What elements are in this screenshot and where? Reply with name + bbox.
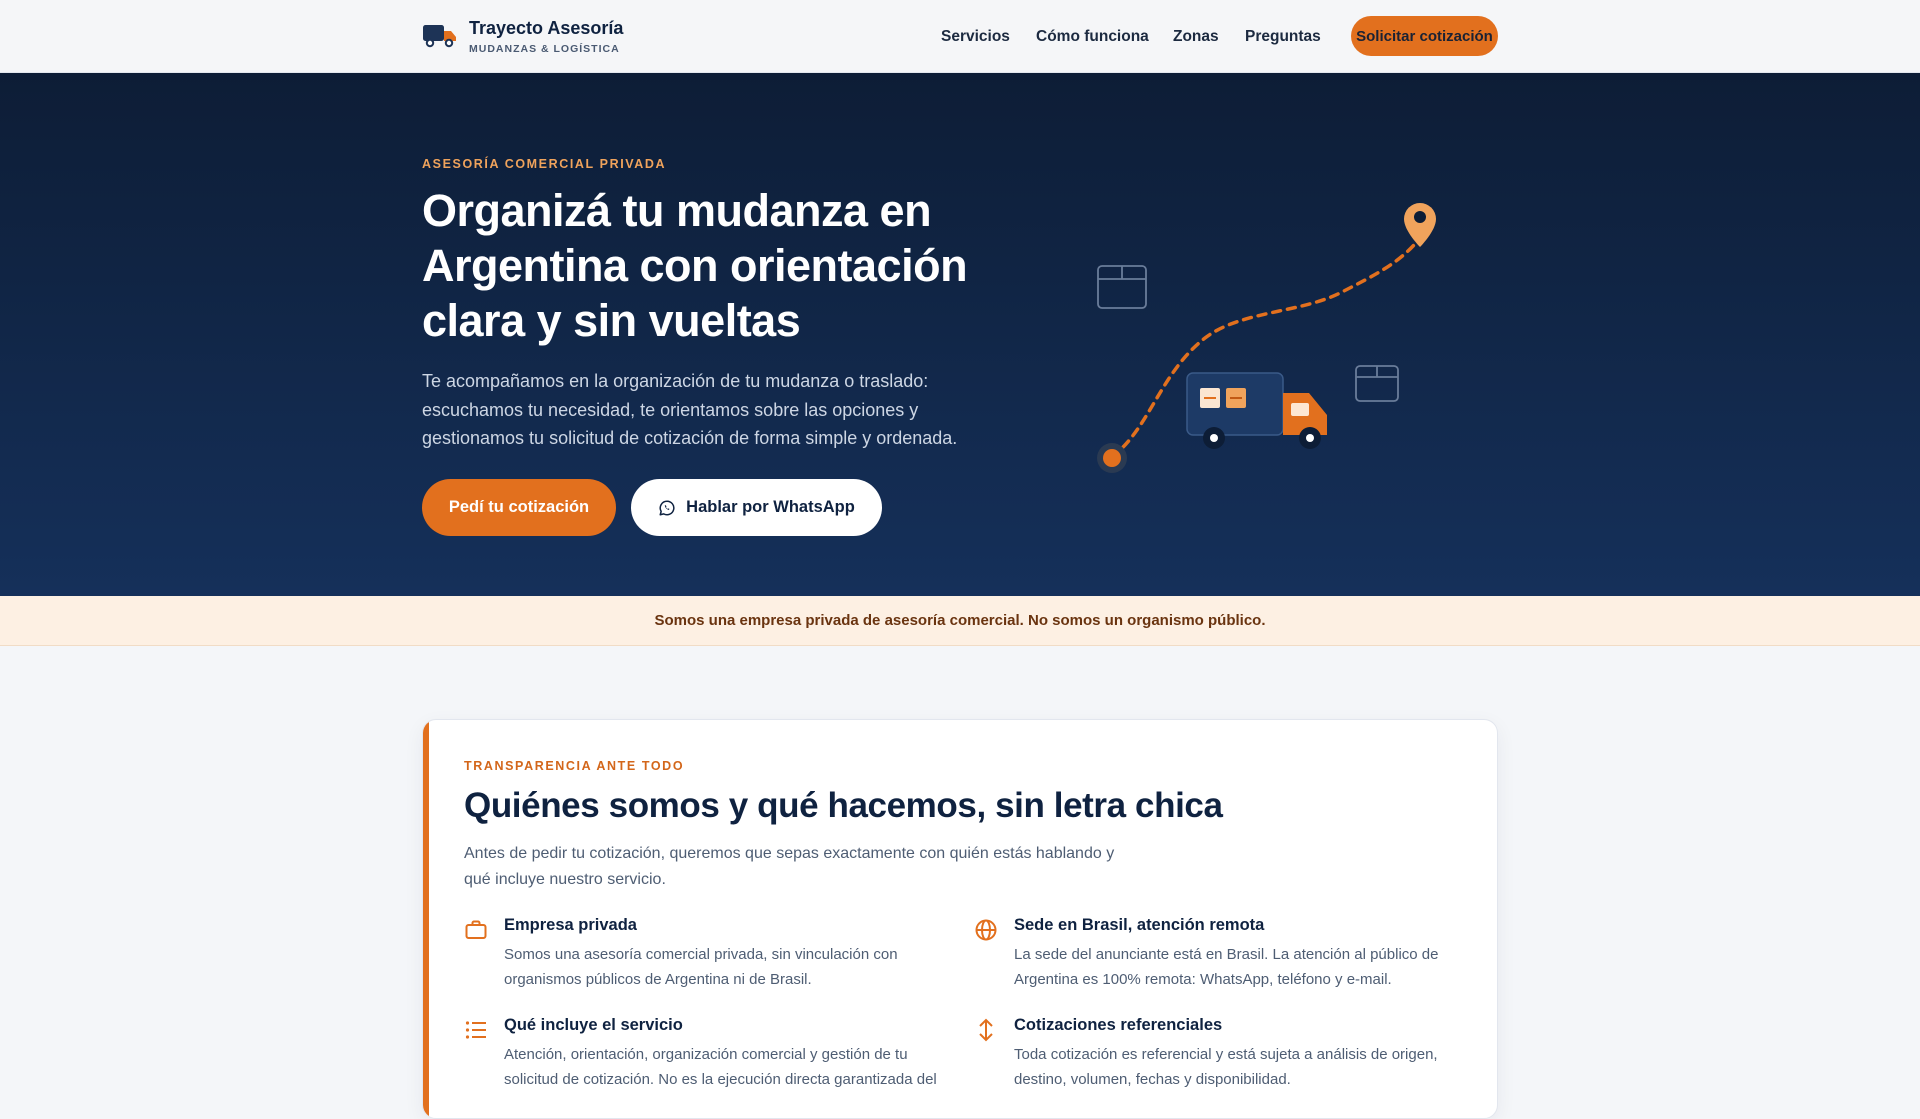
whatsapp-button-label: Hablar por WhatsApp xyxy=(686,498,855,516)
private-company-notice: Somos una empresa privada de asesoría co… xyxy=(0,596,1920,646)
site-header: Trayecto Asesoría MUDANZAS & LOGÍSTICA S… xyxy=(0,0,1920,73)
brand-tagline: MUDANZAS & LOGÍSTICA xyxy=(469,43,620,55)
feature-title: Sede en Brasil, atención remota xyxy=(1014,916,1265,934)
box-icon xyxy=(1097,265,1147,309)
nav-link-como-funciona[interactable]: Cómo funciona xyxy=(1036,28,1149,46)
hero-section: ASESORÍA COMERCIAL PRIVADA Organizá tu m… xyxy=(0,73,1920,596)
card-accent-bar xyxy=(423,720,429,1118)
list-icon xyxy=(465,1021,486,1039)
feature-text: Toda cotización es referencial y está su… xyxy=(1014,1046,1438,1088)
arrows-icon xyxy=(979,1018,993,1042)
feature-text: La sede del anunciante está en Brasil. L… xyxy=(1014,946,1439,988)
truck-logo-icon xyxy=(423,25,456,48)
whatsapp-icon xyxy=(659,499,675,515)
request-quote-button[interactable]: Solicitar cotización xyxy=(1351,16,1498,56)
feature-text: Atención, orientación, organización come… xyxy=(504,1046,937,1088)
nav-link-preguntas[interactable]: Preguntas xyxy=(1245,28,1321,46)
hero-eyebrow: ASESORÍA COMERCIAL PRIVADA xyxy=(422,157,667,171)
nav-link-zonas[interactable]: Zonas xyxy=(1173,28,1219,46)
location-pin-icon xyxy=(1404,203,1436,247)
globe-icon xyxy=(975,919,997,941)
hero-title: Organizá tu mudanza en Argentina con ori… xyxy=(422,185,968,346)
hero-lead: Te acompañamos en la organización de tu … xyxy=(422,371,958,448)
box-icon xyxy=(1355,365,1399,402)
brand[interactable]: Trayecto Asesoría MUDANZAS & LOGÍSTICA xyxy=(422,17,623,55)
get-quote-button[interactable]: Pedí tu cotización xyxy=(422,479,616,536)
feature-text: Somos una asesoría comercial privada, si… xyxy=(504,946,898,988)
card-eyebrow: TRANSPARENCIA ANTE TODO xyxy=(464,759,685,773)
transparency-card: TRANSPARENCIA ANTE TODO Quiénes somos y … xyxy=(422,719,1498,1119)
card-intro: Antes de pedir tu cotización, queremos q… xyxy=(464,845,1115,888)
whatsapp-button[interactable]: Hablar por WhatsApp xyxy=(631,479,882,536)
brand-name: Trayecto Asesoría xyxy=(469,18,624,38)
feature-title: Qué incluye el servicio xyxy=(504,1016,683,1034)
moving-route-illustration xyxy=(1097,203,1436,473)
feature-title: Empresa privada xyxy=(504,916,637,934)
card-title: Quiénes somos y qué hacemos, sin letra c… xyxy=(464,786,1223,825)
truck-icon xyxy=(1186,372,1327,449)
nav-link-servicios[interactable]: Servicios xyxy=(941,28,1010,46)
briefcase-icon xyxy=(465,920,487,939)
feature-title: Cotizaciones referenciales xyxy=(1014,1016,1223,1034)
